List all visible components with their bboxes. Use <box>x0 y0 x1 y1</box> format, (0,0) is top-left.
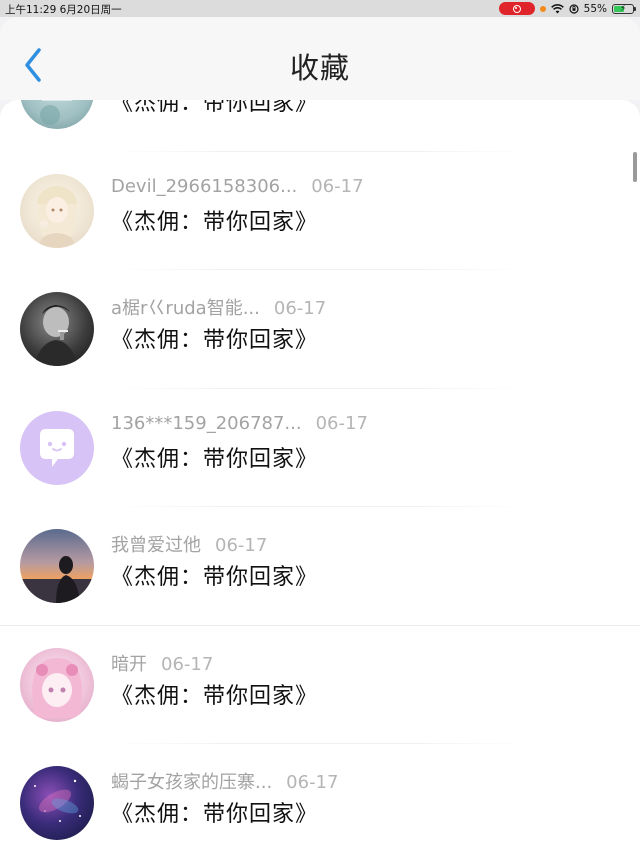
author-name: Devil_2966158306... <box>111 175 298 197</box>
battery-percent: 55% <box>583 2 607 15</box>
status-bar: 上午11:29 6月20日周一 55% ⚡ <box>0 0 640 17</box>
avatar[interactable]: 訣フラス <box>20 100 94 129</box>
avatar[interactable] <box>20 766 94 840</box>
author-name: 136***159_206787... <box>111 412 302 434</box>
avatar[interactable] <box>20 292 94 366</box>
item-date: 06-17 <box>286 772 339 793</box>
screen-record-icon[interactable] <box>498 2 535 15</box>
list-item[interactable]: Devil_2966158306... 06-17 《杰佣：带你回家》 <box>0 152 640 270</box>
item-title: 《杰佣：带你回家》 <box>111 683 319 709</box>
status-icons: 55% ⚡ <box>498 1 636 16</box>
avatar[interactable] <box>20 647 94 722</box>
list-item[interactable]: 訣フラス 《杰佣：带你回家》 <box>0 100 640 152</box>
avatar[interactable] <box>20 173 94 248</box>
item-title: 《杰佣：带你回家》 <box>111 328 319 353</box>
item-title: 《杰佣：带你回家》 <box>111 565 319 590</box>
list-item[interactable]: 我曾爱过他 06-17 《杰佣：带你回家》 <box>0 507 640 626</box>
avatar[interactable] <box>20 529 94 603</box>
svg-text:訣フラス: 訣フラス <box>45 100 73 101</box>
item-author: Devil_2966158306... 06-17 <box>111 176 364 197</box>
item-author: 我曾爱过他 06-17 <box>111 531 267 557</box>
wifi-icon <box>550 3 564 13</box>
author-name: a椐r巜ruda智能... <box>111 298 260 319</box>
nav-header: 收藏 <box>0 17 640 100</box>
item-author: 136***159_206787... 06-17 <box>111 413 368 434</box>
item-author: 暗开 06-17 <box>111 650 213 676</box>
item-title: 《杰佣：带你回家》 <box>111 100 319 116</box>
mic-indicator-icon <box>539 5 546 12</box>
item-date: 06-17 <box>315 412 368 434</box>
item-title: 《杰佣：带你回家》 <box>111 209 319 235</box>
author-name: 我曾爱过他 <box>111 535 201 556</box>
scrollbar[interactable] <box>633 152 637 182</box>
status-time-date: 上午11:29 6月20日周一 <box>5 4 122 16</box>
item-title: 《杰佣：带你回家》 <box>111 802 319 827</box>
list-item[interactable]: 蝎子女孩家的压寨... 06-17 《杰佣：带你回家》 <box>0 744 640 853</box>
battery-icon: ⚡ <box>612 3 636 14</box>
item-date: 06-17 <box>215 535 268 556</box>
item-author: a椐r巜ruda智能... 06-17 <box>111 294 326 320</box>
item-date: 06-17 <box>161 653 214 675</box>
orientation-lock-icon <box>569 3 579 14</box>
item-date: 06-17 <box>311 175 364 197</box>
page-title: 收藏 <box>289 51 350 85</box>
item-date: 06-17 <box>273 298 327 319</box>
author-name: 蝎子女孩家的压寨... <box>111 772 273 793</box>
list-item[interactable]: a椐r巜ruda智能... 06-17 《杰佣：带你回家》 <box>0 270 640 389</box>
list-item[interactable]: 136***159_206787... 06-17 《杰佣：带你回家》 <box>0 389 640 507</box>
default-avatar-chat-icon[interactable] <box>20 410 94 485</box>
list-item[interactable]: 暗开 06-17 《杰佣：带你回家》 <box>0 626 640 744</box>
item-title: 《杰佣：带你回家》 <box>111 446 319 472</box>
item-author: 蝎子女孩家的压寨... 06-17 <box>111 768 338 794</box>
favorites-list[interactable]: 訣フラス 《杰佣：带你回家》 <box>0 100 640 853</box>
author-name: 暗开 <box>111 653 147 675</box>
